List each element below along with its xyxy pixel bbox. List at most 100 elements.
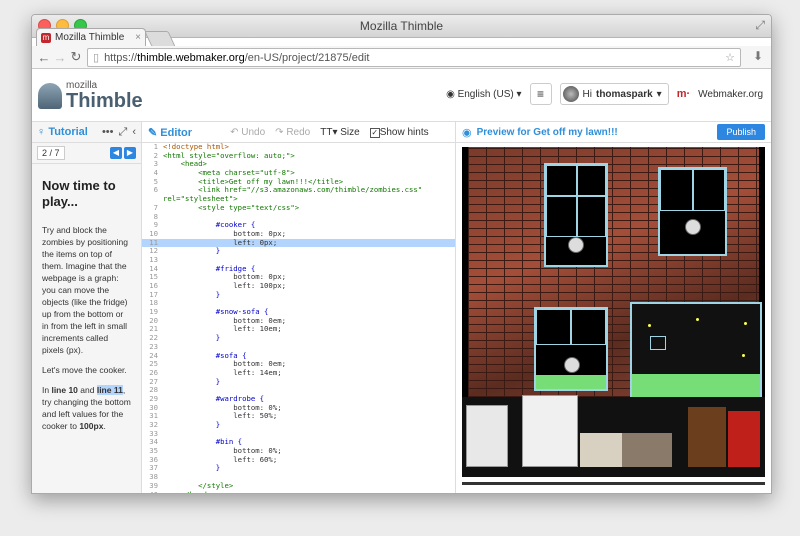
logo-thimble-text: Thimble [66,91,143,111]
tab-label: Mozilla Thimble [55,32,124,43]
line-number: 4 [142,169,163,178]
browser-tab[interactable]: m Mozilla Thimble × [36,28,146,46]
reload-icon[interactable]: ↻ [68,49,84,65]
back-icon[interactable]: ← [36,50,52,65]
font-size-button[interactable]: TT▾ Size [320,127,359,138]
cooker [466,405,508,467]
tutorial-body: Now time to play... Try and block the zo… [32,164,141,448]
page-icon: ▯ [93,51,99,64]
code-editor[interactable]: 1<!doctype html>2<html style="overflow: … [142,143,455,494]
line-number: 7 [142,204,163,213]
sofa [622,433,672,467]
app-header: mozilla Thimble ◉ English (US) ▾ ≡ Hi th… [32,69,771,122]
webmaker-icon: m· [677,88,690,100]
code-line[interactable]: 40 </head> [142,491,455,495]
language-selector[interactable]: ◉ English (US) ▾ [446,89,521,100]
preview-panel: ◉ Preview for Get off my lawn!!! Publish [456,122,771,493]
code-line[interactable]: 27 } [142,378,455,387]
line-number: 40 [142,491,163,495]
browser-toolbar: ← → ↻ ▯ https://thimble.webmaker.org/en-… [32,46,771,69]
header-actions: ◉ English (US) ▾ ≡ Hi thomaspark▾ m· Web… [446,83,763,105]
code-text: } [163,247,220,256]
code-text: } [163,291,220,300]
tab-close-icon[interactable]: × [135,32,141,43]
username-text: thomaspark [596,89,653,100]
tutorial-page-indicator: 2 / 7 [37,146,65,160]
text-size-icon: TT [320,127,332,138]
download-icon[interactable]: ⬇ [753,49,763,63]
tutorial-panel: ♀ Tutorial ••• ⤢ ‹ 2 / 7 ◀ ▶ Now time to… [32,122,142,493]
preview-frame[interactable] [462,147,765,477]
tutorial-title[interactable]: Tutorial [48,126,88,138]
tutorial-paragraph-1: Try and block the zombies by positioning… [42,224,131,356]
address-bar[interactable]: ▯ https://thimble.webmaker.org/en-US/pro… [87,48,741,67]
collapse-icon[interactable]: ‹ [132,126,136,139]
tutorial-nav: 2 / 7 ◀ ▶ [32,143,141,164]
house-icon [650,336,666,350]
eye-icon: ◉ [462,126,472,139]
tutorial-header: ♀ Tutorial ••• ⤢ ‹ [32,122,141,143]
tutorial-paragraph-2: Let's move the cooker. [42,364,131,376]
tutorial-controls: ••• ⤢ ‹ [102,126,136,139]
line-number: 8 [142,213,163,222]
window-lower-left [534,307,608,391]
window-upper-right [658,167,727,256]
url-path: /en-US/project/21875/edit [245,52,370,64]
code-line[interactable]: 17 } [142,291,455,300]
line-number: 1 [142,143,163,152]
doorway-scene [630,302,762,406]
menu-hamburger-button[interactable]: ≡ [530,83,552,105]
code-line[interactable]: 12 } [142,247,455,256]
forward-icon[interactable]: → [52,50,68,65]
greeting-text: Hi [583,89,592,100]
thimble-logo[interactable]: mozilla Thimble [38,81,143,111]
preview-header: ◉ Preview for Get off my lawn!!! Publish [456,122,771,143]
preview-title: Preview for Get off my lawn!!! [477,127,618,138]
code-line[interactable]: 22 } [142,334,455,343]
code-text: } [163,378,220,387]
zombie-face [568,237,584,253]
line-number [142,195,163,204]
line-number: 2 [142,152,163,161]
code-line[interactable]: 32 } [142,421,455,430]
show-hints-checkbox[interactable]: ✓ [370,128,380,138]
next-step-button[interactable]: ▶ [124,147,136,159]
undo-button[interactable]: ↶ Undo [230,127,265,138]
show-hints-toggle[interactable]: ✓Show hints [370,127,429,138]
tutorial-heading: Now time to play... [42,178,131,210]
preview-bottom-bar [462,482,765,485]
window-grass [536,375,606,389]
browser-window: Mozilla Thimble ⤢ m Mozilla Thimble × ← … [31,14,772,494]
code-text: } [163,334,220,343]
floor [462,397,765,477]
editor-panel: ✎ Editor ↶ Undo ↷ Redo TT▾ Size ✓Show hi… [142,122,456,493]
code-text: } [163,464,220,473]
line-number: 5 [142,178,163,187]
fullscreen-icon[interactable]: ⤢ [755,18,765,33]
thimble-logo-icon [38,83,62,109]
expand-icon[interactable]: ⤢ [119,126,128,139]
pencil-icon: ✎ [148,127,157,139]
bin [728,411,760,467]
tutorial-paragraph-3: In line 10 and line 11, try changing the… [42,384,131,432]
bookmark-star-icon[interactable]: ☆ [725,51,735,64]
publish-button[interactable]: Publish [717,124,765,140]
wardrobe [688,407,726,467]
thimble-favicon-icon: m [41,33,51,43]
code-text: } [163,421,220,430]
line-number: 6 [142,186,163,195]
editor-title: ✎ Editor [148,126,192,139]
redo-button[interactable]: ↷ Redo [275,127,310,138]
snow-sofa [580,433,622,467]
webmaker-link[interactable]: Webmaker.org [698,89,763,100]
more-icon[interactable]: ••• [102,126,114,139]
code-text: <style type="text/css"> [163,204,299,213]
code-line[interactable]: 7 <style type="text/css"> [142,204,455,213]
code-line[interactable]: 37 } [142,464,455,473]
workspace: ♀ Tutorial ••• ⤢ ‹ 2 / 7 ◀ ▶ Now time to… [32,122,771,493]
avatar [563,86,579,102]
zombie-face [685,219,701,235]
user-menu[interactable]: Hi thomaspark▾ [560,83,669,105]
fridge [522,395,578,467]
prev-step-button[interactable]: ◀ [110,147,122,159]
